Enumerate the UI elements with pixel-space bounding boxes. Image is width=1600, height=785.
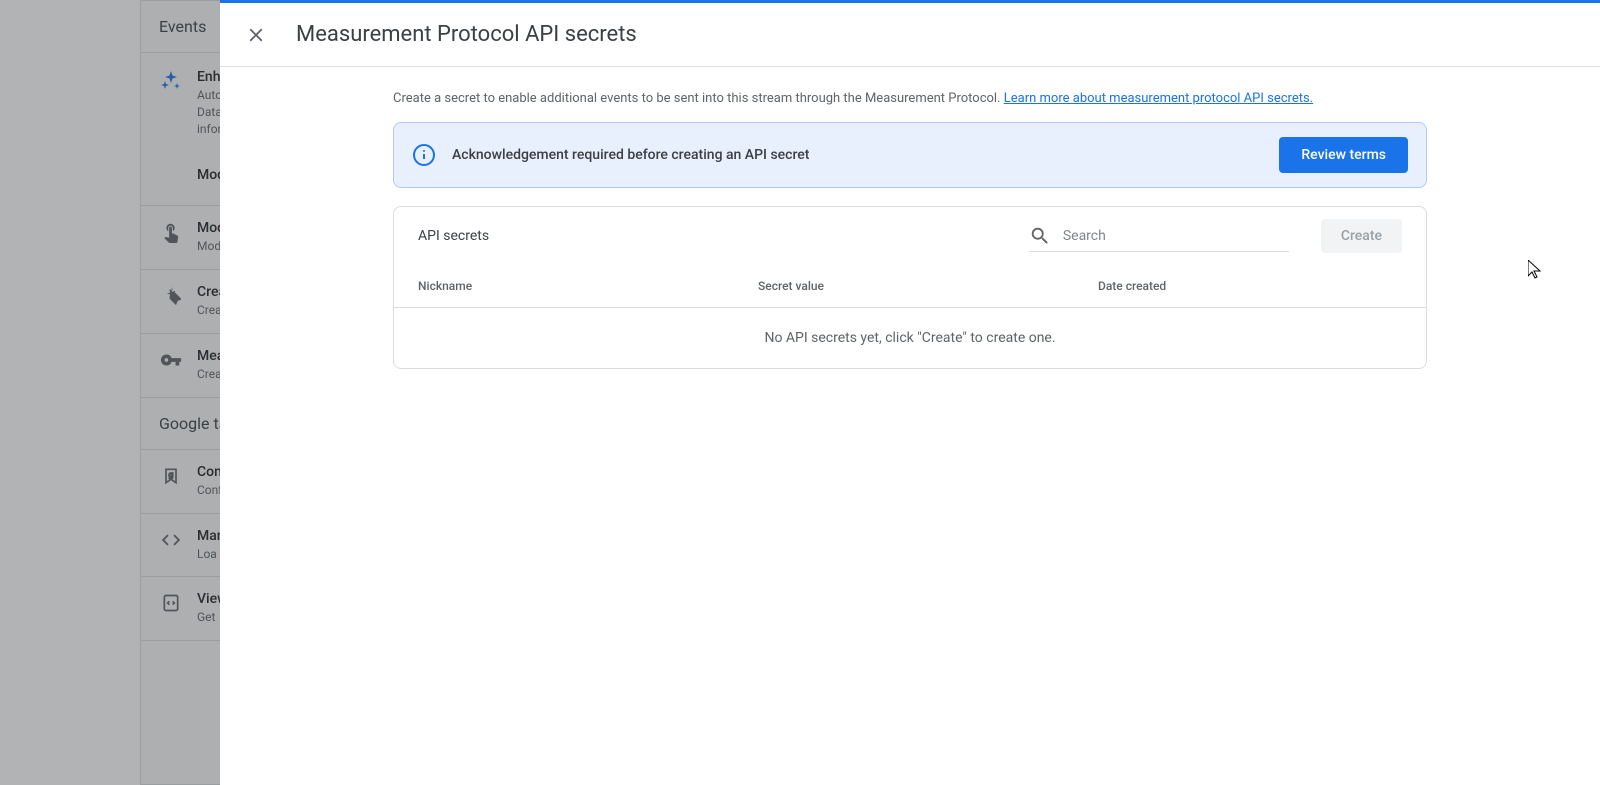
api-secrets-label: API secrets	[418, 228, 489, 244]
search-input[interactable]	[1063, 228, 1289, 244]
col-nickname: Nickname	[418, 279, 758, 293]
modal-body: Create a secret to enable additional eve…	[220, 67, 1600, 785]
acknowledgement-text: Acknowledgement required before creating…	[452, 147, 1263, 163]
acknowledgement-banner: Acknowledgement required before creating…	[393, 122, 1427, 188]
intro-text-main: Create a secret to enable additional eve…	[393, 91, 1004, 106]
col-secret-value: Secret value	[758, 279, 1098, 293]
search-icon	[1029, 225, 1051, 247]
info-icon	[412, 143, 436, 167]
review-terms-button[interactable]: Review terms	[1279, 137, 1408, 173]
table-header: Nickname Secret value Date created	[394, 265, 1426, 308]
close-icon	[245, 24, 267, 46]
secrets-toolbar: API secrets Create	[394, 207, 1426, 265]
learn-more-link[interactable]: Learn more about measurement protocol AP…	[1004, 91, 1313, 106]
empty-state: No API secrets yet, click "Create" to cr…	[394, 308, 1426, 368]
search-field-wrap	[1029, 221, 1289, 252]
modal-panel: Measurement Protocol API secrets Create …	[220, 0, 1600, 785]
api-secrets-card: API secrets Create Nickname Secret value…	[393, 206, 1427, 369]
modal-header: Measurement Protocol API secrets	[220, 3, 1600, 67]
modal-title: Measurement Protocol API secrets	[296, 22, 637, 47]
close-button[interactable]	[236, 15, 276, 55]
create-button[interactable]: Create	[1321, 219, 1402, 253]
intro-text: Create a secret to enable additional eve…	[393, 91, 1427, 106]
col-date-created: Date created	[1098, 279, 1402, 293]
